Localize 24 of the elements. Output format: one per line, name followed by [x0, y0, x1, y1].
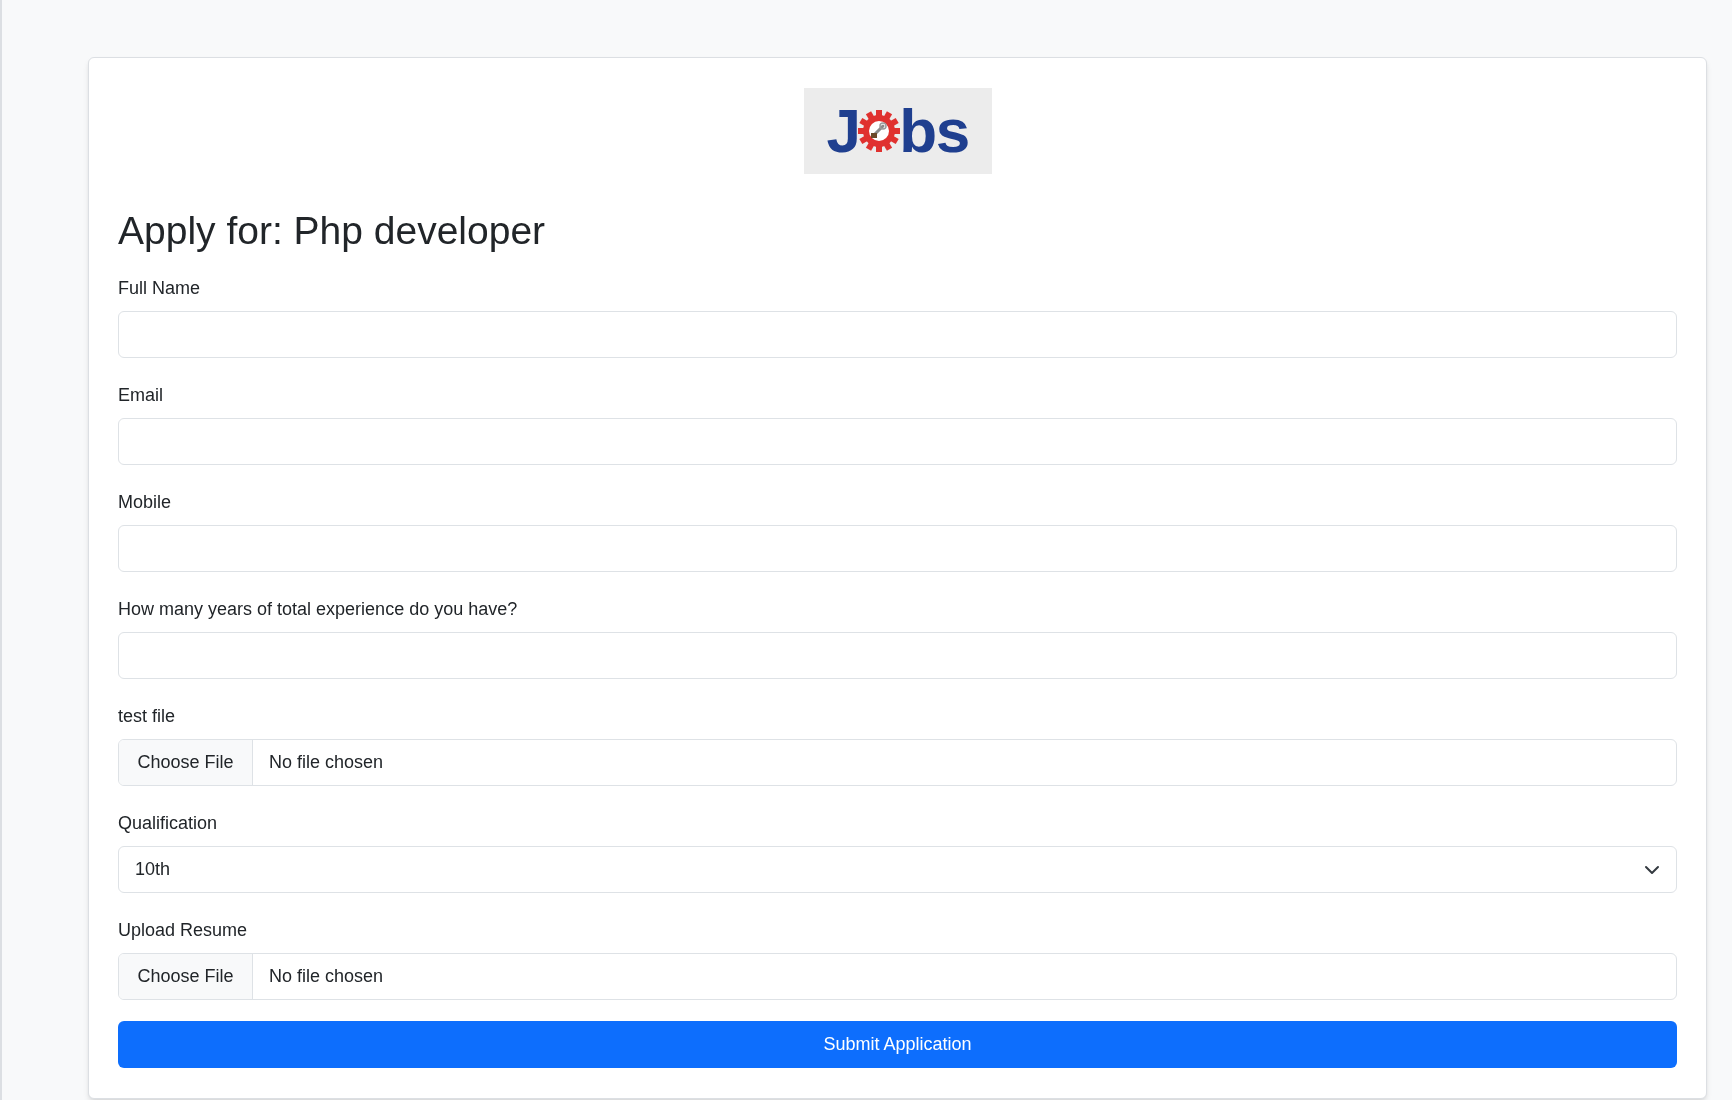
submit-application-button[interactable]: Submit Application: [118, 1021, 1677, 1068]
file-status-text: No file chosen: [269, 751, 384, 774]
page-heading: Apply for: Php developer: [118, 208, 547, 254]
chevron-down-icon: [1644, 864, 1660, 875]
file-status-text: No file chosen: [269, 965, 384, 988]
text-input-field[interactable]: [118, 632, 1677, 679]
choose-file-button[interactable]: Choose File: [119, 954, 253, 999]
field-label: Upload Resume: [118, 919, 249, 942]
field-label: test file: [118, 705, 177, 728]
text-input-field[interactable]: [118, 418, 1677, 465]
field-label: Qualification: [118, 812, 219, 835]
logo-text: bs: [899, 100, 969, 162]
choose-file-button[interactable]: Choose File: [119, 740, 253, 785]
file-input-field[interactable]: Choose File No file chosen: [118, 953, 1677, 1000]
field-label: Email: [118, 384, 164, 407]
gear-icon: [857, 109, 902, 153]
logo-letter: J: [826, 100, 860, 162]
qualification-select[interactable]: 10th: [118, 846, 1677, 893]
text-input-field[interactable]: [118, 311, 1677, 358]
file-input-field[interactable]: Choose File No file chosen: [118, 739, 1677, 786]
field-label: How many years of total experience do you have?: [118, 598, 519, 621]
field-label: Mobile: [118, 491, 173, 514]
field-label: Full Name: [118, 277, 202, 300]
text-input-field[interactable]: [118, 525, 1677, 572]
